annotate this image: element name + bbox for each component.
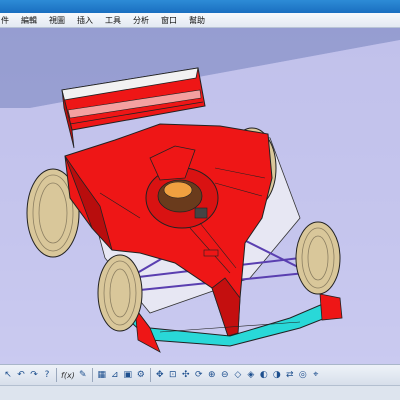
- help-query-icon[interactable]: ?: [41, 368, 53, 382]
- menu-help[interactable]: 幫助: [183, 13, 211, 28]
- undo-icon[interactable]: ↶: [15, 368, 27, 382]
- redo-icon[interactable]: ↷: [28, 368, 40, 382]
- zoom-in-icon[interactable]: ⊕: [206, 368, 218, 382]
- bottom-toolbar: ↖ ↶ ↷ ? f(x) ✎ ▦ ⊿ ▣ ⚙ ✥ ⊡ ✣ ⟳ ⊕ ⊖ ◇ ◈ ◐…: [0, 364, 400, 385]
- menu-tools[interactable]: 工具: [99, 13, 127, 28]
- window-title-bar: [0, 0, 400, 13]
- 3d-compass-icon[interactable]: ⌖: [310, 368, 322, 382]
- menu-edit[interactable]: 編輯: [15, 13, 43, 28]
- comment-icon[interactable]: ✎: [77, 368, 89, 382]
- pan-icon[interactable]: ✥: [154, 368, 166, 382]
- menu-bar: 件 編輯 視圖 插入 工具 分析 窗口 幫助: [0, 13, 400, 28]
- toolbar-separator: [91, 368, 93, 382]
- table-icon[interactable]: ▦: [96, 368, 108, 382]
- menu-analyze[interactable]: 分析: [127, 13, 155, 28]
- swap-space-icon[interactable]: ⇄: [284, 368, 296, 382]
- measure-icon[interactable]: ⊿: [109, 368, 121, 382]
- menu-insert[interactable]: 插入: [71, 13, 99, 28]
- menu-window[interactable]: 窗口: [155, 13, 183, 28]
- shading-icon[interactable]: ◐: [258, 368, 270, 382]
- save-icon[interactable]: ▣: [122, 368, 134, 382]
- menu-view[interactable]: 視圖: [43, 13, 71, 28]
- parts-icon[interactable]: ⚙: [135, 368, 147, 382]
- status-bar: [0, 385, 400, 400]
- isometric-view-icon[interactable]: ◈: [245, 368, 257, 382]
- normal-view-icon[interactable]: ◇: [232, 368, 244, 382]
- hide-show-icon[interactable]: ◑: [271, 368, 283, 382]
- 3d-viewport[interactable]: [0, 28, 400, 364]
- toolbar-separator: [149, 368, 151, 382]
- zoom-out-icon[interactable]: ⊖: [219, 368, 231, 382]
- fit-all-icon[interactable]: ⊡: [167, 368, 179, 382]
- menu-file[interactable]: 件: [0, 13, 15, 28]
- front-right-tire: [295, 221, 341, 295]
- front-left-tire: [97, 254, 143, 332]
- select-icon[interactable]: ↖: [2, 368, 14, 382]
- move-icon[interactable]: ✣: [180, 368, 192, 382]
- formula-icon[interactable]: f(x): [60, 371, 76, 380]
- toolbar-separator: [56, 368, 57, 382]
- material-icon[interactable]: ◎: [297, 368, 309, 382]
- rotate-icon[interactable]: ⟳: [193, 368, 205, 382]
- car-model[interactable]: [0, 28, 400, 364]
